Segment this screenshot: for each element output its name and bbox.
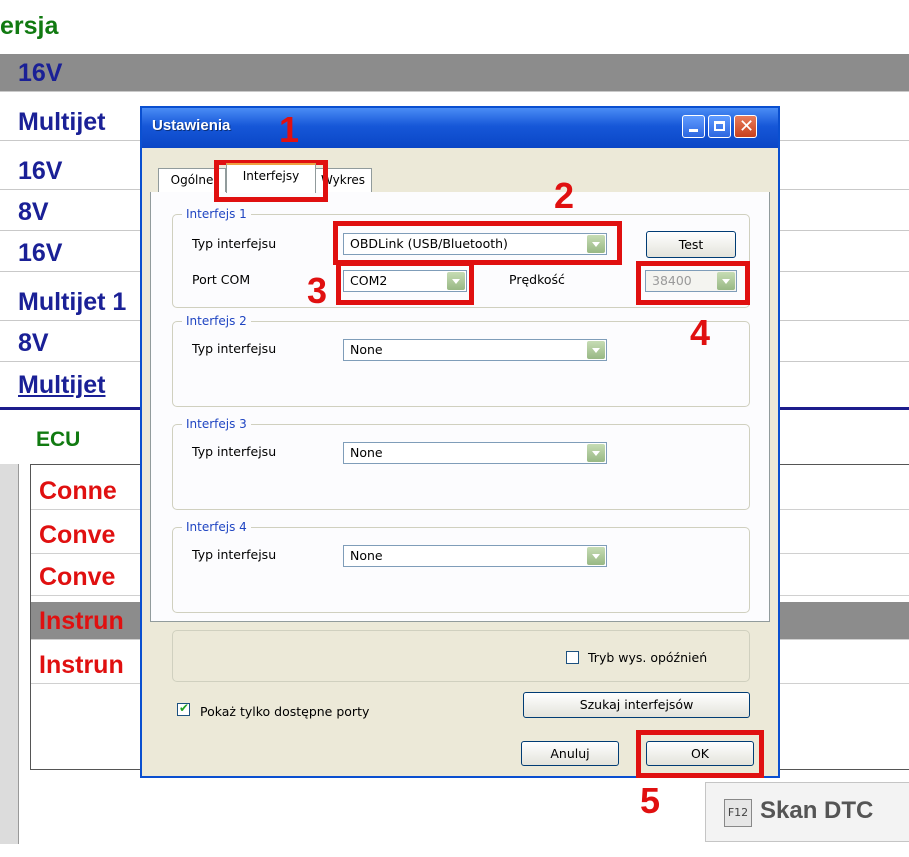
interface-2-label: Interfejs 2 bbox=[182, 314, 251, 328]
close-icon: ✕ bbox=[739, 116, 755, 137]
interface-type-label: Typ interfejsu bbox=[192, 444, 277, 459]
highlight-box bbox=[333, 221, 622, 265]
maximize-button[interactable] bbox=[708, 115, 731, 138]
test-button[interactable]: Test bbox=[646, 231, 736, 258]
highlight-box bbox=[636, 730, 764, 778]
show-ports-label: Pokaż tylko dostępne porty bbox=[200, 704, 370, 719]
close-button[interactable]: ✕ bbox=[734, 115, 757, 138]
engine-list-item[interactable]: 16V bbox=[0, 54, 909, 92]
interface-type-label: Typ interfejsu bbox=[192, 547, 277, 562]
left-scrollbar[interactable] bbox=[0, 464, 19, 844]
annotation-number: 4 bbox=[690, 312, 711, 353]
maximize-icon bbox=[714, 121, 725, 131]
version-header: ersja bbox=[0, 12, 59, 40]
annotation-number: 2 bbox=[554, 175, 575, 216]
tab-interfaces[interactable]: Interfejsy bbox=[226, 163, 316, 193]
cancel-button[interactable]: Anuluj bbox=[521, 741, 619, 766]
interface-type-label: Typ interfejsu bbox=[192, 341, 277, 356]
interface-2-type-value: None bbox=[350, 342, 383, 357]
highlight-box bbox=[636, 261, 750, 305]
interface-4-type-select[interactable]: None bbox=[343, 545, 607, 567]
chevron-down-icon bbox=[587, 444, 605, 462]
search-interfaces-button[interactable]: Szukaj interfejsów bbox=[523, 692, 750, 718]
interface-2-group bbox=[172, 321, 750, 407]
delay-mode-label: Tryb wys. opóźnień bbox=[588, 650, 708, 665]
interface-4-group bbox=[172, 527, 750, 613]
interface-3-label: Interfejs 3 bbox=[182, 417, 251, 431]
annotation-number: 1 bbox=[279, 109, 300, 150]
port-com-label: Port COM bbox=[192, 272, 251, 287]
scan-dtc-button[interactable]: F12 Skan DTC bbox=[705, 782, 909, 842]
annotation-number: 3 bbox=[307, 270, 328, 311]
delay-mode-checkbox[interactable] bbox=[566, 651, 579, 664]
f12-key-icon: F12 bbox=[724, 799, 752, 827]
interface-4-label: Interfejs 4 bbox=[182, 520, 251, 534]
dialog-title: Ustawienia bbox=[152, 117, 231, 134]
interface-2-type-select[interactable]: None bbox=[343, 339, 607, 361]
interface-3-type-select[interactable]: None bbox=[343, 442, 607, 464]
speed-label: Prędkość bbox=[509, 272, 565, 287]
ecu-label: ECU bbox=[36, 428, 81, 451]
chevron-down-icon bbox=[587, 547, 605, 565]
minimize-icon bbox=[689, 129, 698, 132]
highlight-box bbox=[336, 261, 474, 305]
dialog-titlebar[interactable]: Ustawienia ✕ bbox=[142, 108, 778, 148]
interface-3-group bbox=[172, 424, 750, 510]
interface-4-type-value: None bbox=[350, 548, 383, 563]
show-ports-checkbox[interactable] bbox=[177, 701, 190, 716]
interface-type-label: Typ interfejsu bbox=[192, 236, 277, 251]
minimize-button[interactable] bbox=[682, 115, 705, 138]
interface-1-label: Interfejs 1 bbox=[182, 207, 251, 221]
interface-3-type-value: None bbox=[350, 445, 383, 460]
chevron-down-icon bbox=[587, 341, 605, 359]
scan-dtc-label: Skan DTC bbox=[760, 797, 874, 824]
annotation-number: 5 bbox=[640, 780, 661, 821]
